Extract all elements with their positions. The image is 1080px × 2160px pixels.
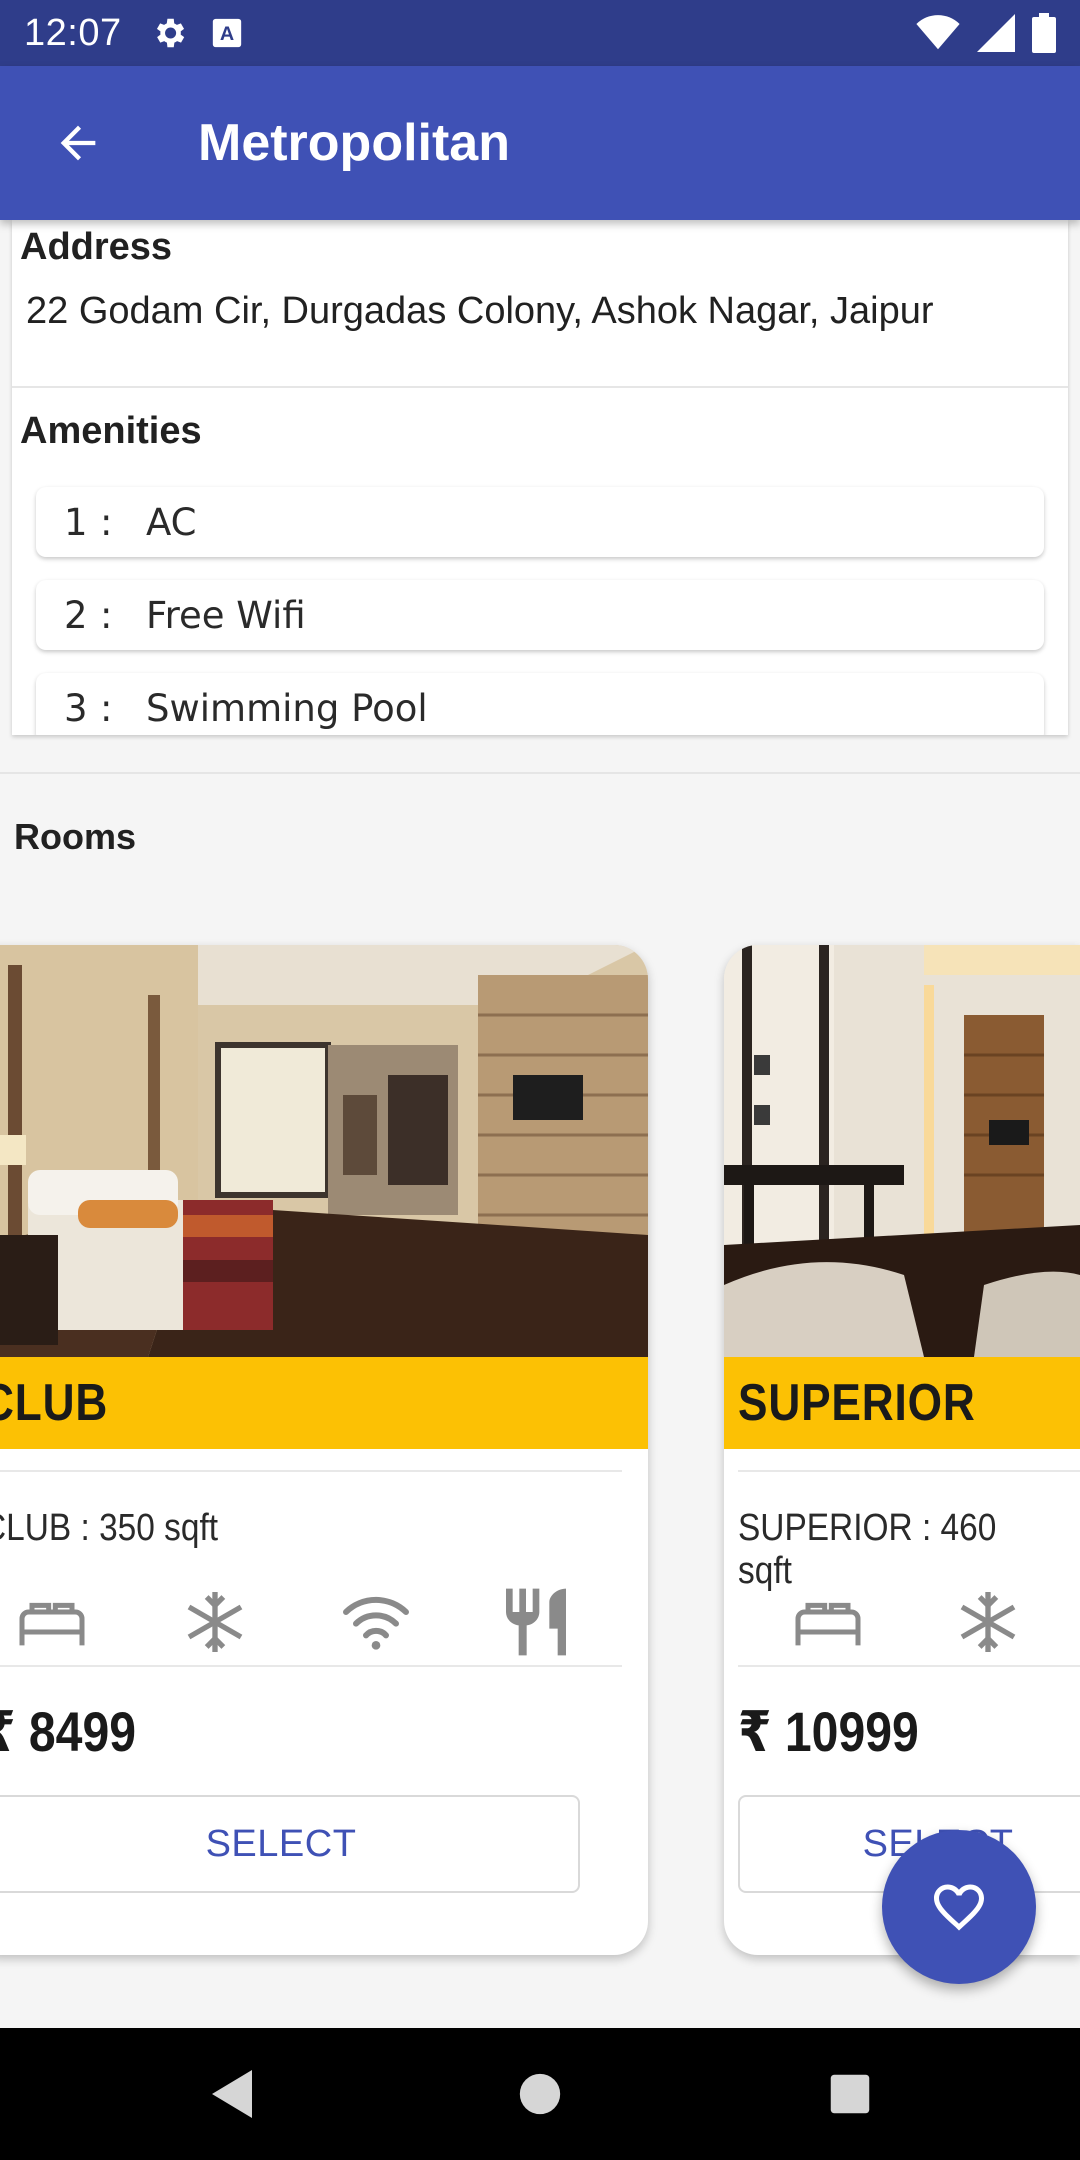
room-price: ₹ 8499 (0, 1700, 137, 1763)
svg-text:A: A (219, 23, 233, 45)
amenity-separator: : (100, 686, 113, 730)
room-amenity-icons (738, 1582, 1080, 1662)
battery-icon (1032, 13, 1056, 53)
a-box-icon: A (212, 18, 241, 48)
snowflake-icon (960, 1592, 1016, 1652)
room-photo (0, 945, 648, 1357)
amenity-name: Swimming Pool (146, 686, 428, 730)
section-divider (0, 772, 1080, 774)
wifi-icon (343, 1597, 409, 1650)
divider (12, 386, 1068, 388)
divider (0, 1665, 622, 1667)
restaurant-icon (506, 1588, 566, 1656)
room-amenity-icons (0, 1582, 622, 1662)
room-name: CLUB (0, 1374, 109, 1432)
room-card-superior[interactable]: SUPERIOR SUPERIOR : 460 sqft ₹ 10999 SEL… (724, 945, 1080, 1955)
room-name-band: SUPERIOR (724, 1357, 1080, 1449)
rooms-label: Rooms (14, 816, 137, 857)
nav-back-button[interactable] (196, 2058, 268, 2130)
bed-icon (795, 1602, 861, 1646)
room-price: ₹ 10999 (738, 1700, 919, 1763)
amenity-separator: : (100, 500, 113, 544)
address-label: Address (20, 226, 173, 268)
divider (0, 1470, 622, 1472)
select-button[interactable]: SELECT (0, 1795, 580, 1893)
amenity-name: Free Wifi (146, 593, 306, 637)
recents-square-icon (830, 2074, 870, 2114)
amenity-name: AC (146, 500, 197, 544)
status-system-icons (916, 13, 1056, 53)
signal-icon (977, 14, 1015, 52)
settings-icon (156, 18, 184, 48)
app-bar: Metropolitan (0, 66, 1080, 220)
amenity-number: 1 (64, 500, 88, 544)
room-photo (724, 945, 1080, 1357)
page-title: Metropolitan (198, 114, 510, 172)
room-size: SUPERIOR : 460 sqft (738, 1507, 997, 1592)
favorite-fab[interactable] (882, 1830, 1036, 1984)
amenity-separator: : (100, 593, 113, 637)
amenity-item: 1 : AC (36, 487, 1044, 557)
system-nav-bar (0, 2028, 1080, 2160)
amenities-label: Amenities (20, 410, 202, 452)
status-notification-icons: A (150, 14, 244, 52)
back-button[interactable] (28, 93, 128, 193)
bed-icon (19, 1602, 85, 1646)
divider (738, 1665, 1080, 1667)
heart-outline-icon (934, 1884, 984, 1931)
room-card-club[interactable]: CLUB CLUB : 350 sqft ₹ 8499 SELECT (0, 945, 648, 1955)
snowflake-icon (187, 1592, 243, 1652)
nav-home-button[interactable] (504, 2058, 576, 2130)
divider (738, 1470, 1080, 1472)
status-bar: 12:07 A (0, 0, 1080, 66)
amenity-number: 3 (64, 686, 88, 730)
status-time: 12:07 (24, 11, 122, 54)
nav-recents-button[interactable] (814, 2058, 886, 2130)
home-circle-icon (519, 2073, 561, 2115)
amenity-number: 2 (64, 593, 88, 637)
hotel-info-card: Address 22 Godam Cir, Durgadas Colony, A… (12, 220, 1068, 735)
wifi-icon (916, 15, 960, 50)
arrow-left-icon (60, 125, 96, 161)
amenity-item: 2 : Free Wifi (36, 580, 1044, 650)
room-name-band: CLUB (0, 1357, 648, 1449)
room-size: CLUB : 350 sqft (0, 1507, 219, 1549)
address-text: 22 Godam Cir, Durgadas Colony, Ashok Nag… (26, 290, 934, 332)
back-triangle-icon (212, 2070, 252, 2118)
room-name: SUPERIOR (738, 1374, 976, 1432)
amenity-item: 3 : Swimming Pool (36, 673, 1044, 735)
